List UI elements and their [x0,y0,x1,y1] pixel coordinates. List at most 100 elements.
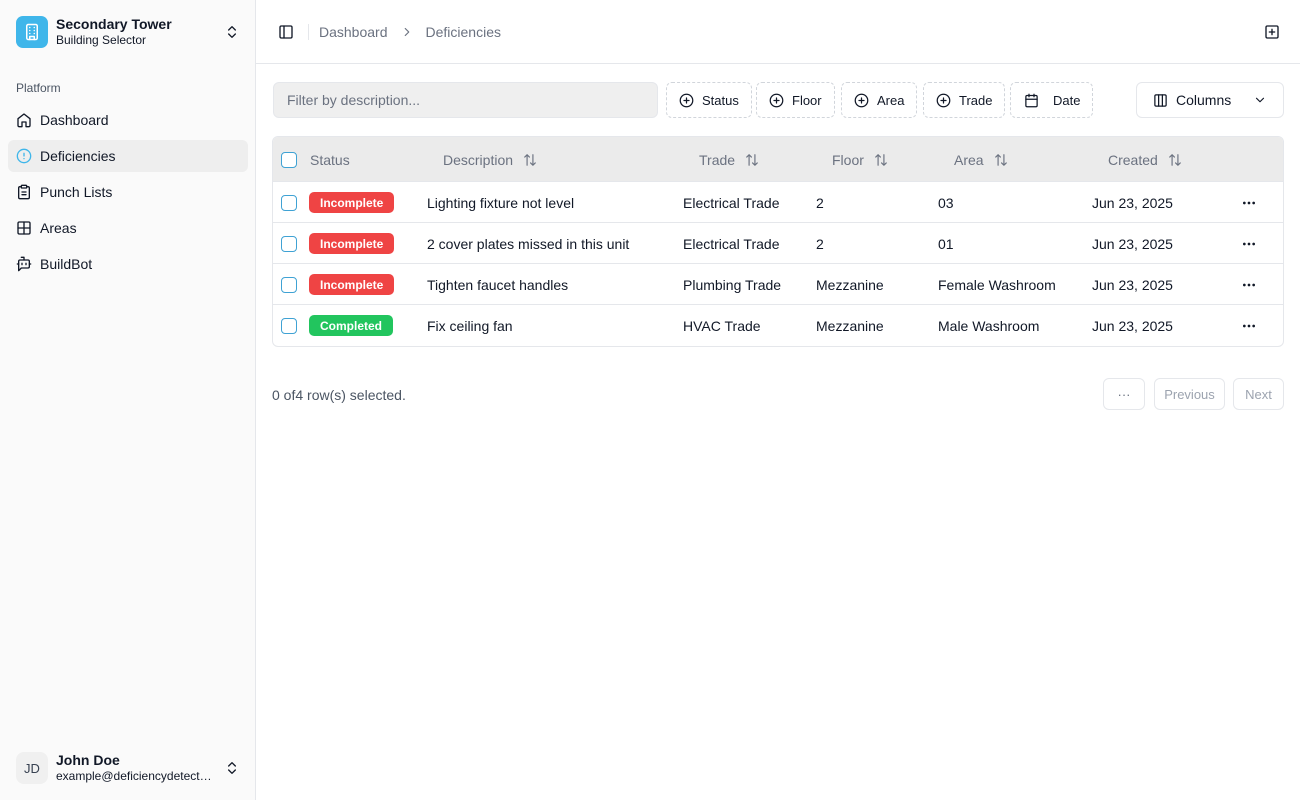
sort-arrows-icon [994,153,1007,166]
sidebar-nav: Dashboard Deficiencies Punch Lists Areas… [8,104,248,284]
home-icon [17,113,31,128]
building-selector[interactable]: Secondary Tower Building Selector [8,10,248,54]
filter-label: Trade [959,92,993,108]
header-description[interactable]: Description [443,137,537,182]
sidebar-item-label: Punch Lists [40,184,113,200]
trade-filter-button[interactable]: Trade [923,82,1006,118]
floor-cell: Mezzanine [816,276,884,293]
alert-circle-icon [16,148,32,164]
header-status: Status [310,151,350,168]
sidebar-item-punch-lists[interactable]: Punch Lists [8,176,248,208]
header-label: Trade [699,151,736,168]
add-deficiency-button[interactable] [1258,18,1286,46]
select-cell [281,223,297,264]
created-cell: Jun 23, 2025 [1092,194,1173,211]
user-email: example@deficiencydetect.... [56,769,212,784]
plus-circle-icon [854,93,869,107]
chevrons-up-down-icon [228,26,236,38]
area-cell: Female Washroom [938,276,1056,293]
select-all-checkbox[interactable] [281,151,297,168]
more-horizontal-icon [1243,283,1255,286]
main-content: Dashboard Deficiencies Status Floor [256,0,1300,800]
description-cell: Lighting fixture not level [427,194,575,211]
next-page-button[interactable]: Next [1233,378,1284,410]
sidebar-item-label: BuildBot [40,256,93,272]
previous-page-button[interactable]: Previous [1154,378,1225,410]
row-checkbox[interactable] [281,317,297,334]
header-trade[interactable]: Trade [699,137,759,182]
created-cell: Jun 23, 2025 [1092,276,1173,293]
breadcrumb-deficiencies: Deficiencies [425,23,501,40]
header-label: Area [954,151,984,168]
plus-circle-icon [769,93,784,107]
sidebar-item-areas[interactable]: Areas [8,212,248,244]
area-cell: 03 [938,194,954,211]
row-actions-button[interactable] [1237,232,1261,256]
sort-arrows-icon [524,153,536,166]
filter-label: Status [702,92,739,108]
table-row[interactable]: Completed Fix ceiling fan HVAC Trade Mez… [273,305,1283,346]
more-pages-button[interactable]: ··· [1103,378,1145,410]
clipboard-icon [18,184,30,200]
status-filter-button[interactable]: Status [666,82,752,118]
status-cell: Incomplete [309,264,395,305]
breadcrumb-dashboard[interactable]: Dashboard [319,24,388,40]
row-checkbox[interactable] [281,194,297,211]
row-checkbox[interactable] [281,235,297,252]
created-cell: Jun 23, 2025 [1092,317,1173,334]
columns-button[interactable]: Columns [1136,82,1284,118]
breadcrumb: Dashboard Deficiencies [319,24,501,40]
more-horizontal-icon [1243,201,1255,204]
chevrons-up-down-icon [228,762,236,774]
table-row[interactable]: Incomplete Lighting fixture not level El… [273,182,1283,223]
floor-filter-button[interactable]: Floor [756,82,835,118]
actions-cell [1237,264,1261,305]
select-all-cell [281,137,297,182]
header-created[interactable]: Created [1108,137,1182,182]
header-area[interactable]: Area [954,137,1008,182]
status-badge: Incomplete [309,233,395,254]
select-cell [281,305,297,346]
header-floor[interactable]: Floor [832,137,888,182]
columns-label: Columns [1176,92,1232,108]
page-header: Dashboard Deficiencies [256,0,1300,64]
actions-cell [1237,305,1261,346]
trade-cell: HVAC Trade [683,317,761,334]
filter-label: Date [1053,92,1081,108]
user-name: John Doe [56,751,120,768]
building-subtitle: Building Selector [56,33,147,48]
area-filter-button[interactable]: Area [841,82,918,118]
description-filter-input[interactable] [273,82,658,118]
sidebar-item-dashboard[interactable]: Dashboard [8,104,248,136]
sidebar-toggle-button[interactable] [272,18,300,46]
row-actions-button[interactable] [1237,191,1261,215]
building-icon [16,16,48,48]
select-cell [281,264,297,305]
row-actions-button[interactable] [1237,314,1261,338]
created-cell: Jun 23, 2025 [1092,235,1173,252]
filter-label: Floor [792,92,822,108]
square-plus-icon [1265,25,1279,39]
table-row[interactable]: Incomplete Tighten faucet handles Plumbi… [273,264,1283,305]
row-checkbox[interactable] [281,276,297,293]
trade-cell: Plumbing Trade [683,276,782,293]
floor-cell: Mezzanine [816,317,884,334]
table-row[interactable]: Incomplete 2 cover plates missed in this… [273,223,1283,264]
table-header-row: Status Description Trade Floor Area Crea… [273,137,1283,182]
trade-cell: Electrical Trade [683,194,780,211]
nav-group-label: Platform [16,81,61,95]
building-name: Secondary Tower [56,16,172,33]
area-cell: 01 [938,235,954,252]
date-filter-button[interactable]: Date [1010,82,1094,118]
sidebar-item-label: Deficiencies [40,148,116,164]
sidebar-item-buildbot[interactable]: BuildBot [8,248,248,280]
area-cell: Male Washroom [938,317,1040,334]
user-menu[interactable]: JD John Doe example@deficiencydetect.... [8,744,248,792]
row-actions-button[interactable] [1237,273,1261,297]
avatar: JD [16,752,48,784]
sort-arrows-icon [875,153,887,166]
status-badge: Incomplete [309,192,395,213]
description-cell: Tighten faucet handles [427,276,569,293]
chevron-right-icon [400,25,414,39]
sidebar-item-deficiencies[interactable]: Deficiencies [8,140,248,172]
